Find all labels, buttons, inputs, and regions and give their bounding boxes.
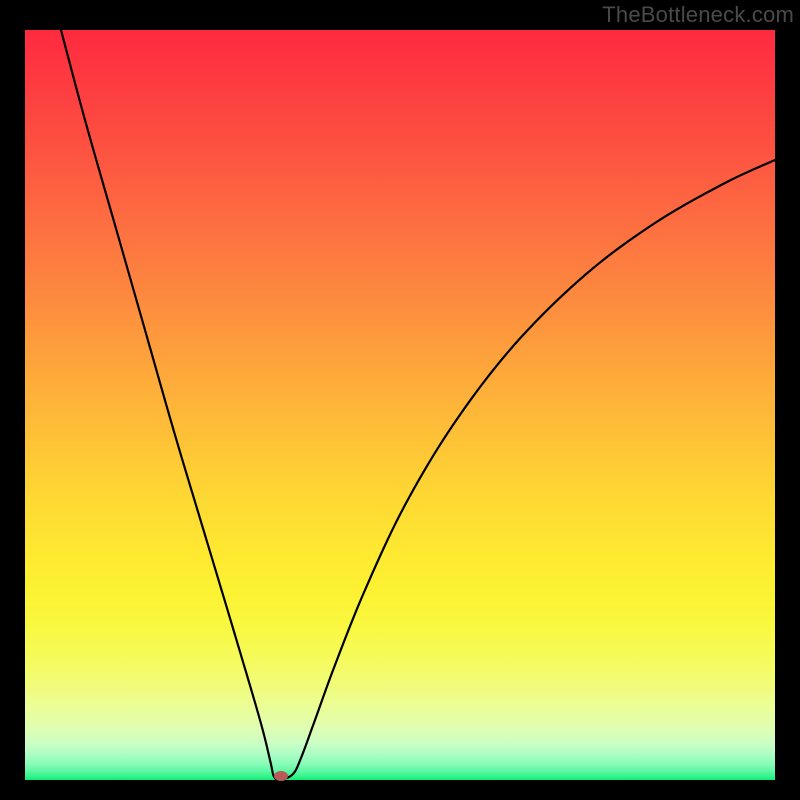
attribution-text: TheBottleneck.com [602,2,794,28]
plot-background [25,30,775,780]
chart-frame: TheBottleneck.com [0,0,800,800]
minimum-marker [274,771,288,781]
bottleneck-chart [0,0,800,800]
